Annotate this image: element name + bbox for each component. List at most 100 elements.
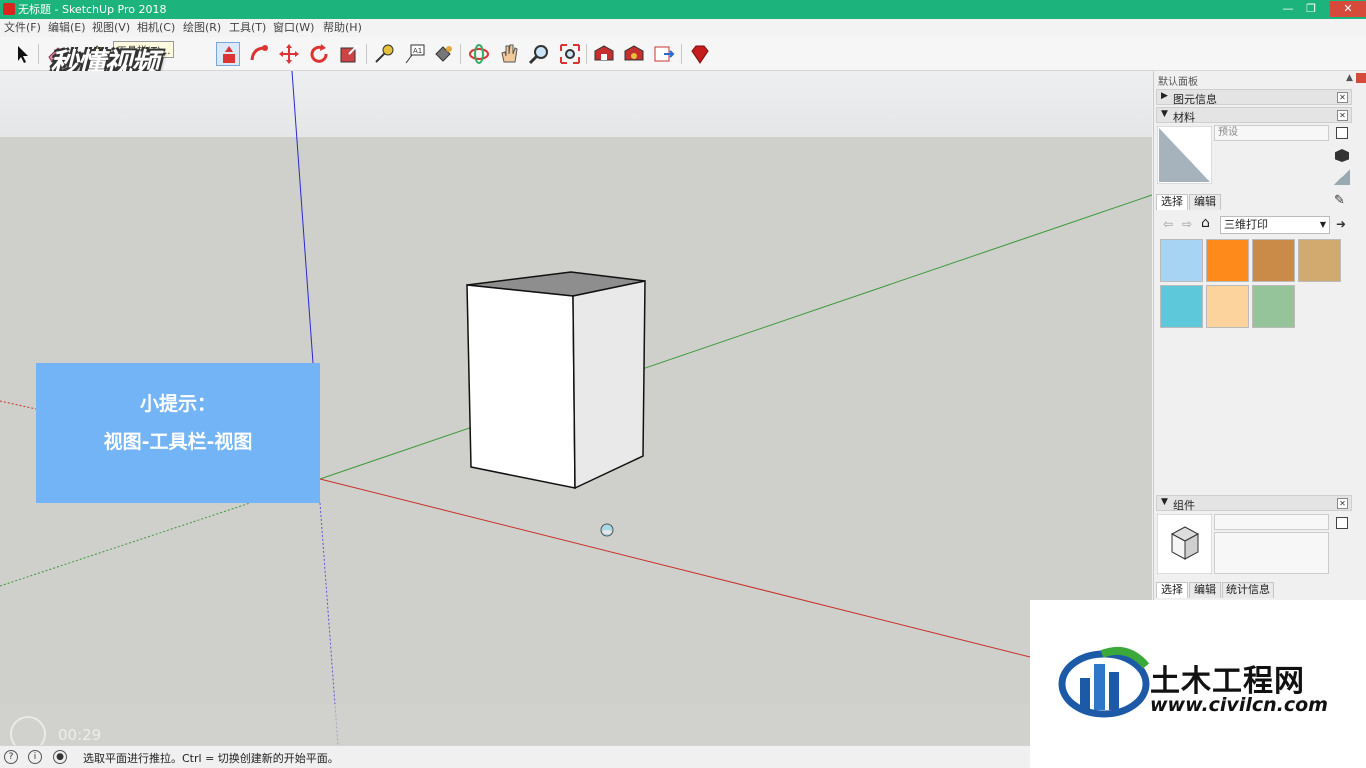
rotate-tool-icon[interactable] xyxy=(307,42,331,66)
tab-edit[interactable]: 编辑 xyxy=(1189,582,1221,598)
tip-title: 小提示： xyxy=(139,393,216,415)
tip-overlay: 小提示： 视图-工具栏-视图 xyxy=(36,363,320,503)
forward-arrow-icon[interactable]: ⇨ xyxy=(1182,217,1192,231)
tab-statistics[interactable]: 统计信息 xyxy=(1222,582,1274,598)
geo-location-icon[interactable]: ? xyxy=(4,750,18,764)
menu-help[interactable]: 帮助(H) xyxy=(323,21,362,35)
collapse-arrow-icon: ▼ xyxy=(1161,109,1168,119)
push-pull-tool-icon[interactable] xyxy=(216,42,240,66)
text-tool-icon[interactable]: A1 xyxy=(403,42,427,66)
menu-camera[interactable]: 相机(C) xyxy=(137,21,175,35)
components-label: 组件 xyxy=(1173,499,1195,512)
user-icon[interactable]: ● xyxy=(53,750,67,764)
minimize-icon[interactable]: — xyxy=(1277,1,1299,17)
credits-icon[interactable]: i xyxy=(28,750,42,764)
ruby-tool-icon[interactable] xyxy=(688,42,712,66)
warehouse-tool-icon[interactable] xyxy=(592,42,616,66)
home-icon[interactable]: ⌂ xyxy=(1201,215,1210,231)
select-tool-icon[interactable] xyxy=(10,42,34,66)
material-swatch[interactable] xyxy=(1160,239,1203,282)
material-name-field[interactable]: 预设 xyxy=(1214,125,1329,141)
material-swatch[interactable] xyxy=(1252,285,1295,328)
pan-tool-icon[interactable] xyxy=(497,42,521,66)
material-swatch[interactable] xyxy=(1206,239,1249,282)
move-tool-icon[interactable] xyxy=(277,42,301,66)
extension-warehouse-tool-icon[interactable] xyxy=(622,42,646,66)
menu-tools[interactable]: 工具(T) xyxy=(229,21,266,35)
material-library-value: 三维打印 xyxy=(1224,218,1268,231)
material-cube-icon[interactable] xyxy=(1335,149,1349,162)
close-icon[interactable]: ✕ xyxy=(1337,110,1348,121)
follow-me-tool-icon[interactable] xyxy=(247,42,271,66)
entity-info-section[interactable]: ▶ 图元信息 ✕ xyxy=(1156,89,1352,106)
status-message: 选取平面进行推拉。Ctrl = 切换创建新的开始平面。 xyxy=(83,752,339,765)
tray-close-icon[interactable] xyxy=(1356,73,1366,83)
material-preview xyxy=(1157,126,1212,184)
material-swatch[interactable] xyxy=(1206,285,1249,328)
component-description-field[interactable] xyxy=(1214,532,1329,574)
box-front-face[interactable] xyxy=(466,284,576,489)
close-icon[interactable]: ✕ xyxy=(1337,92,1348,103)
component-preview xyxy=(1157,514,1212,574)
svg-text:A1: A1 xyxy=(413,47,422,55)
close-icon[interactable]: ✕ xyxy=(1330,1,1366,17)
menu-view[interactable]: 视图(V) xyxy=(92,21,130,35)
toolbar-separator xyxy=(38,44,39,64)
create-material-icon[interactable] xyxy=(1336,127,1348,139)
back-arrow-icon[interactable]: ⇦ xyxy=(1163,217,1173,231)
close-icon[interactable]: ✕ xyxy=(1337,498,1348,509)
green-axis xyxy=(319,194,1152,480)
entity-info-label: 图元信息 xyxy=(1173,93,1217,106)
details-arrow-icon[interactable]: ➜ xyxy=(1336,217,1346,231)
tab-edit[interactable]: 编辑 xyxy=(1189,194,1221,210)
material-library-select[interactable]: 三维打印 ▼ xyxy=(1220,216,1330,234)
menu-draw[interactable]: 绘图(R) xyxy=(183,21,221,35)
collapse-arrow-icon: ▼ xyxy=(1161,497,1168,507)
toolbar-separator xyxy=(460,44,461,64)
component-details-icon[interactable] xyxy=(1336,517,1348,529)
material-swatch[interactable] xyxy=(1160,285,1203,328)
tab-select[interactable]: 选择 xyxy=(1156,194,1188,210)
sketchup-app-icon xyxy=(3,3,15,15)
menu-window[interactable]: 窗口(W) xyxy=(273,21,314,35)
scale-tool-icon[interactable] xyxy=(337,42,361,66)
zoom-extents-tool-icon[interactable] xyxy=(558,42,582,66)
material-swatch[interactable] xyxy=(1298,239,1341,282)
tab-select[interactable]: 选择 xyxy=(1156,582,1188,598)
box-side-face[interactable] xyxy=(572,280,646,490)
component-name-field[interactable] xyxy=(1214,514,1329,530)
maximize-icon[interactable]: ❐ xyxy=(1300,1,1322,17)
red-axis xyxy=(319,478,1031,658)
push-pull-cursor-icon xyxy=(600,523,614,537)
chevron-down-icon: ▼ xyxy=(1319,220,1326,229)
materials-label: 材料 xyxy=(1173,111,1195,124)
eyedropper-icon[interactable]: ✎ xyxy=(1334,193,1345,208)
pin-icon[interactable]: ▲ xyxy=(1346,73,1353,83)
red-axis-negative xyxy=(0,400,37,410)
sky-band xyxy=(0,71,1152,137)
tape-measure-tool-icon[interactable] xyxy=(372,42,396,66)
menu-file[interactable]: 文件(F) xyxy=(4,21,41,35)
menu-edit[interactable]: 编辑(E) xyxy=(48,21,86,35)
video-timecode: 00:29 xyxy=(58,726,102,744)
pause-icon[interactable] xyxy=(10,716,46,745)
default-tray: 默认面板 ▲ ▶ 图元信息 ✕ ▼ 材料 ✕ 预设 选择 编辑 ✎ ⇦ ⇨ ⌂ … xyxy=(1153,71,1366,601)
toolbar-separator xyxy=(366,44,367,64)
components-section[interactable]: ▼ 组件 ✕ xyxy=(1156,495,1352,512)
main-toolbar: 工具栏(T)... A1 xyxy=(0,37,1366,71)
orbit-tool-icon[interactable] xyxy=(467,42,491,66)
site-logo-emblem xyxy=(1058,647,1150,718)
default-material-icon[interactable] xyxy=(1334,169,1350,185)
paint-bucket-tool-icon[interactable] xyxy=(431,42,455,66)
title-bar: 无标题 - SketchUp Pro 2018 — ❐ ✕ xyxy=(0,0,1366,19)
video-playbar: 00:29 xyxy=(0,704,1152,745)
site-logo: 土木工程网 www.civilcn.com xyxy=(1030,600,1366,768)
tip-body: 视图-工具栏-视图 xyxy=(103,431,253,453)
window-title: 无标题 - SketchUp Pro 2018 xyxy=(18,3,167,16)
site-logo-url: www.civilcn.com xyxy=(1150,694,1328,716)
zoom-tool-icon[interactable] xyxy=(527,42,551,66)
materials-section[interactable]: ▼ 材料 ✕ xyxy=(1156,107,1352,124)
send-to-layout-tool-icon[interactable] xyxy=(652,42,676,66)
drawing-viewport[interactable]: 小提示： 视图-工具栏-视图 00:29 xyxy=(0,71,1152,745)
material-swatch[interactable] xyxy=(1252,239,1295,282)
